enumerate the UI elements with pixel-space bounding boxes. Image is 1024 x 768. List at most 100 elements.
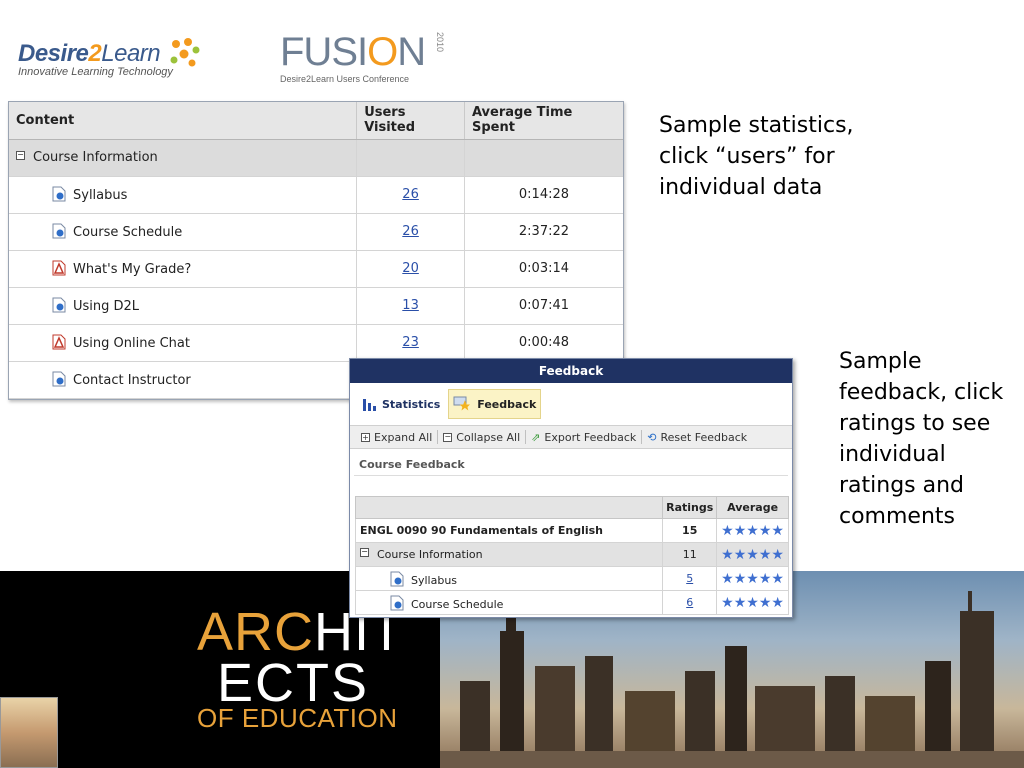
fusion-subtitle: Desire2Learn Users Conference [280, 74, 410, 84]
collapse-icon[interactable]: − [360, 548, 369, 557]
content-title: Using Online Chat [73, 336, 190, 351]
tab-feedback-label: Feedback [477, 397, 537, 411]
users-link[interactable]: 26 [402, 224, 419, 239]
pdf-icon [52, 260, 66, 276]
feedback-table: Ratings Average ENGL 0090 90 Fundamental… [354, 496, 789, 615]
users-cell: 26 [356, 176, 465, 214]
column-header-ratings[interactable]: Ratings [662, 496, 718, 519]
tab-statistics[interactable]: Statistics [358, 389, 444, 419]
export-feedback-button[interactable]: ⇗ Export Feedback [526, 430, 643, 444]
feedback-title-cell: ENGL 0090 90 Fundamentals of English [354, 518, 664, 543]
feedback-dialog-title: Feedback [350, 359, 792, 383]
users-link[interactable]: 23 [402, 335, 419, 350]
expand-all-button[interactable]: + Expand All [356, 430, 439, 444]
content-cell: Contact Instructor [9, 361, 357, 399]
content-cell: Course Schedule [9, 213, 357, 251]
rating-stars-icon: ★ ★ ★ ★ ★ [721, 522, 784, 539]
content-cell: What's My Grade? [9, 250, 357, 288]
feedback-item-label: Course Schedule [411, 597, 504, 611]
column-header-title [354, 496, 664, 519]
statistics-caption: Sample statistics, click “users” for ind… [659, 113, 854, 200]
group-cell[interactable]: − Course Information [9, 139, 357, 177]
table-row: Using Online Chat 23 0:00:48 [9, 324, 623, 362]
tab-statistics-label: Statistics [382, 397, 441, 411]
content-cell: Using Online Chat [9, 324, 357, 362]
collapse-icon[interactable]: − [16, 151, 25, 160]
users-link[interactable]: 20 [402, 261, 419, 276]
course-feedback-heading: Course Feedback [354, 449, 788, 476]
doc-icon [390, 571, 404, 586]
users-link[interactable]: 13 [402, 298, 419, 313]
content-title: Using D2L [73, 299, 140, 314]
ratings-cell: 11 [662, 542, 718, 567]
average-cell: ★ ★ ★ ★ ★ [716, 590, 789, 615]
table-row: Course Schedule 26 2:37:22 [9, 213, 623, 251]
statistics-panel: Content Users Visited Average Time Spent… [8, 101, 624, 400]
feedback-title-cell: Syllabus [354, 566, 664, 591]
plus-icon: + [361, 432, 370, 442]
collapse-all-label: Collapse All [456, 430, 521, 444]
empty-cell [356, 139, 465, 177]
average-cell: ★ ★ ★ ★ ★ [716, 518, 789, 543]
bar-chart-icon [363, 399, 376, 411]
table-row: Syllabus 26 0:14:28 [9, 176, 623, 214]
d2l-dots-icon [170, 38, 200, 67]
table-row: What's My Grade? 20 0:03:14 [9, 250, 623, 288]
ratings-cell: 6 [662, 590, 718, 615]
feedback-star-icon [453, 396, 471, 411]
statistics-table: Content Users Visited Average Time Spent… [9, 102, 623, 399]
users-cell: 26 [356, 213, 465, 251]
average-cell: ★ ★ ★ ★ ★ [716, 566, 789, 591]
minus-icon: − [443, 431, 453, 442]
ratings-link[interactable]: 5 [686, 572, 693, 585]
time-cell: 0:00:48 [463, 324, 623, 362]
table-header-row: Ratings Average [354, 496, 789, 519]
rating-stars-icon: ★ ★ ★ ★ ★ [721, 570, 784, 587]
desire2learn-logo: Desire2Learn Innovative Learning Technol… [18, 38, 208, 90]
users-cell: 23 [356, 324, 465, 362]
time-cell: 0:07:41 [463, 287, 623, 325]
doc-icon [52, 186, 66, 202]
feedback-toolbar: + Expand All − Collapse All ⇗ Export Feedba… [350, 425, 792, 449]
average-cell: ★ ★ ★ ★ ★ [716, 542, 789, 567]
doc-icon [52, 371, 66, 387]
doc-icon [390, 595, 404, 610]
feedback-title-cell: Course Schedule [354, 590, 664, 615]
content-title: Course Schedule [73, 225, 183, 240]
collapse-all-button[interactable]: − Collapse All [438, 430, 527, 444]
fusion-logo: FUSION Desire2Learn Users Conference 201… [280, 30, 450, 90]
content-title: What's My Grade? [73, 262, 192, 277]
group-label: Course Information [33, 150, 158, 165]
time-cell: 2:37:22 [463, 213, 623, 251]
ratings-link[interactable]: 6 [686, 596, 693, 609]
time-cell: 0:03:14 [463, 250, 623, 288]
ratings-cell: 5 [662, 566, 718, 591]
users-cell: 13 [356, 287, 465, 325]
users-cell: 20 [356, 250, 465, 288]
tab-feedback[interactable]: Feedback [448, 389, 542, 419]
column-header-content[interactable]: Content [9, 102, 357, 140]
users-link[interactable]: 26 [402, 187, 419, 202]
doc-icon [52, 223, 66, 239]
reset-feedback-button[interactable]: ⟲ Reset Feedback [642, 430, 752, 444]
reset-icon: ⟲ [647, 430, 657, 444]
column-header-average[interactable]: Average [716, 496, 789, 519]
fusion-wordmark: FUSION [280, 30, 426, 74]
table-row-group: − Course Information [9, 139, 623, 177]
export-icon: ⇗ [531, 430, 541, 444]
presenter-photo [0, 697, 58, 768]
column-header-average-time[interactable]: Average Time Spent [463, 102, 623, 140]
feedback-title-cell[interactable]: − Course Information [354, 542, 664, 567]
time-cell: 0:14:28 [463, 176, 623, 214]
architects-of-education-title: ARCHIT ECTS OF EDUCATION [197, 602, 405, 733]
fusion-year: 2010 [435, 32, 445, 53]
rating-stars-icon: ★ ★ ★ ★ ★ [721, 546, 784, 563]
ratings-cell: 15 [662, 518, 718, 543]
table-row: Course Schedule 6 ★ ★ ★ ★ ★ [354, 590, 789, 615]
expand-all-label: Expand All [374, 430, 433, 444]
feedback-item-label: Syllabus [411, 573, 458, 587]
export-feedback-label: Export Feedback [544, 430, 637, 444]
table-row-group: − Course Information 11 ★ ★ ★ ★ ★ [354, 542, 789, 567]
doc-icon [52, 297, 66, 313]
column-header-users-visited[interactable]: Users Visited [356, 102, 465, 140]
